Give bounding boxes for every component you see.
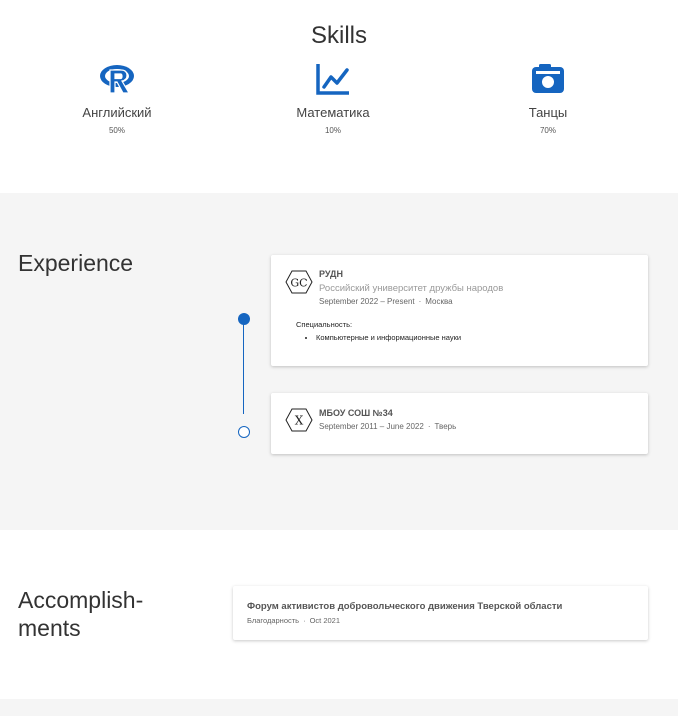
experience-card: GC РУДН Российский университет дружбы на… <box>271 255 648 366</box>
skills-section: Skills Английский 50% Математика 10% Тан… <box>0 0 678 193</box>
title-line: Accomplish- <box>18 587 144 613</box>
skills-title: Skills <box>310 22 367 49</box>
date-range: September 2022 – Present <box>319 297 415 306</box>
accomplishment-card: Форум активистов добровольческого движен… <box>233 586 648 640</box>
logo-text: X <box>295 414 304 428</box>
title-line: ments <box>18 614 81 641</box>
specialty-label: Специальность: <box>296 320 353 329</box>
accomplishments-title: Accomplish- ments <box>18 587 143 642</box>
accomplishment-title: Форум активистов добровольческого движен… <box>247 601 563 612</box>
specialty-item: Компьютерные и информационные науки <box>316 333 461 342</box>
skill-percent: 70% <box>539 126 556 135</box>
r-language-icon <box>99 62 135 96</box>
accomplishment-date: Oct 2021 <box>309 616 341 625</box>
experience-meta: September 2022 – Present · Москва <box>319 297 453 306</box>
location: Тверь <box>434 422 457 431</box>
experience-card: X МБОУ СОШ №34 September 2011 – June 202… <box>271 393 648 454</box>
skill-name: Танцы <box>528 105 568 120</box>
specialty-block: Специальность: Компьютерные и информацио… <box>296 320 461 342</box>
specialty-list: Компьютерные и информационные науки <box>296 333 461 342</box>
school-logo-icon: X <box>285 408 313 432</box>
skill-percent: 50% <box>108 126 125 135</box>
organization-full-name: Российский университет дружбы народов <box>319 283 504 294</box>
accomplishments-section: Accomplish- ments Форум активистов добро… <box>0 530 678 699</box>
organization-name: РУДН <box>319 269 343 279</box>
skill-item: Танцы 70% <box>468 62 628 135</box>
timeline-dot-current <box>238 313 250 325</box>
experience-section: Experience GC РУДН Российский университе… <box>0 193 678 530</box>
skill-name: Математика <box>296 105 370 120</box>
organization-name: МБОУ СОШ №34 <box>319 408 393 418</box>
skill-percent: 10% <box>324 126 341 135</box>
location: Москва <box>425 297 453 306</box>
timeline-dot-past <box>238 426 250 438</box>
skill-item: Английский 50% <box>37 62 197 135</box>
camera-icon <box>530 62 566 96</box>
timeline-line <box>243 319 244 414</box>
experience-meta: September 2011 – June 2022 · Тверь <box>319 422 456 431</box>
university-logo-icon: GC <box>285 270 313 294</box>
logo-text: GC <box>290 277 307 290</box>
meta-separator: · <box>427 422 431 431</box>
accomplishment-type: Благодарность <box>247 616 300 625</box>
date-range: September 2011 – June 2022 <box>319 422 424 431</box>
skill-name: Английский <box>82 105 152 120</box>
meta-separator: · <box>418 297 422 306</box>
accomplishment-meta: Благодарность · Oct 2021 <box>247 616 340 625</box>
line-chart-icon <box>315 62 351 96</box>
meta-separator: · <box>303 616 306 625</box>
footer-band <box>0 699 678 716</box>
skill-item: Математика 10% <box>253 62 413 135</box>
experience-title: Experience <box>18 250 134 276</box>
